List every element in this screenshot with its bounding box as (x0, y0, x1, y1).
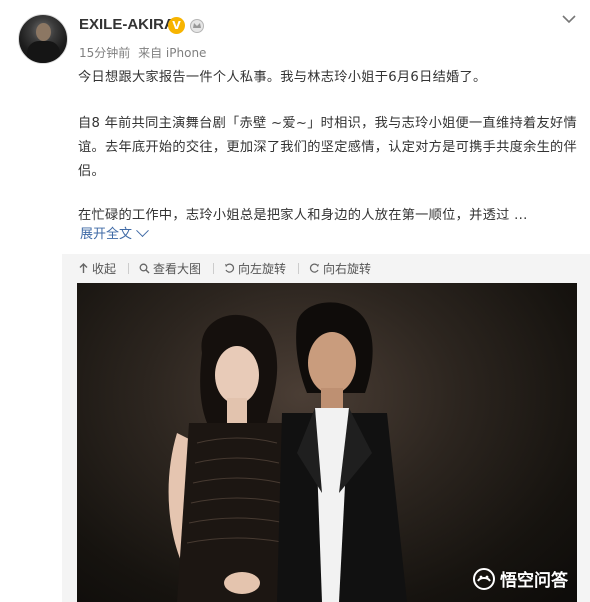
chevron-down-icon[interactable] (561, 12, 577, 26)
arrow-up-icon (79, 262, 88, 273)
rotate-right-icon (309, 262, 320, 273)
rotate-left-icon (225, 262, 235, 273)
rotate-right-button[interactable]: 向右旋转 (309, 260, 371, 277)
verified-icon: V (168, 17, 185, 34)
expand-full-text-link[interactable]: 展开全文 (80, 224, 149, 245)
view-large-button[interactable]: 查看大图 (139, 260, 201, 277)
chevron-down-icon (136, 224, 149, 238)
wukong-logo-icon (473, 567, 495, 590)
couple-photo-illustration (168, 302, 407, 602)
rotate-left-label[interactable]: 向左旋转 (238, 260, 286, 277)
rotate-right-label[interactable]: 向右旋转 (323, 260, 371, 277)
username[interactable]: EXILE-AKIRA (79, 16, 175, 33)
member-crown-icon (190, 19, 204, 33)
toolbar-divider (213, 262, 215, 274)
post-text-paragraph3: 在忙碌的工作中，志玲小姐总是把家人和身边的人放在第一顺位，并透过 ... (78, 208, 528, 223)
post-photo[interactable] (77, 283, 577, 602)
toolbar-divider (298, 262, 300, 274)
magnifier-icon (139, 263, 150, 273)
avatar-face (36, 23, 51, 41)
collapse-button[interactable]: 收起 (78, 260, 116, 277)
media-toolbar: 收起 查看大图 向左旋转 向右旋转 (78, 260, 383, 276)
collapse-label[interactable]: 收起 (92, 260, 116, 277)
toolbar-divider (128, 262, 130, 274)
post-source[interactable]: 来自 iPhone (138, 46, 206, 60)
avatar[interactable] (18, 14, 68, 64)
avatar-body (27, 41, 60, 63)
rotate-left-button[interactable]: 向左旋转 (224, 260, 286, 277)
post-time[interactable]: 15分钟前 (79, 46, 130, 60)
expand-label[interactable]: 展开全文 (80, 227, 132, 242)
watermark: 悟空问答 (472, 566, 568, 591)
post-meta: 15分钟前 来自 iPhone (79, 44, 210, 61)
post-text-line1: 今日想跟大家报告一件个人私事。我与林志玲小姐于6月6日结婚了。 (78, 70, 487, 85)
post-text-paragraph2: 自8 年前共同主演舞台剧「赤壁 ~爱~」时相识，我与志玲小姐便一直维持着友好情谊… (78, 116, 578, 179)
watermark-label: 悟空问答 (500, 571, 568, 591)
view-large-label[interactable]: 查看大图 (153, 260, 201, 277)
